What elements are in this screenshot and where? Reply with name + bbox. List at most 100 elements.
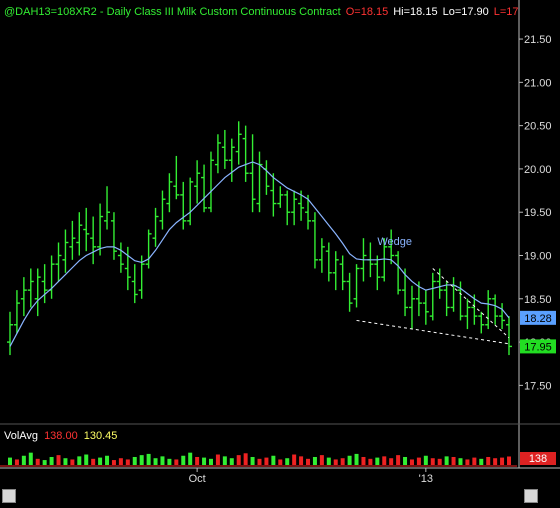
- ohlc-bar: [284, 190, 291, 226]
- volume-bar: [451, 456, 456, 465]
- volume-bar: [98, 457, 103, 465]
- ohlc-bar: [62, 229, 69, 273]
- ohlc-bar: [173, 155, 180, 200]
- volume-bar: [368, 458, 373, 465]
- volume-bar: [347, 455, 352, 465]
- volume-bar: [375, 457, 380, 465]
- ohlc-bar: [506, 316, 512, 356]
- ohlc-bar: [422, 290, 429, 325]
- volume-bar: [188, 452, 193, 465]
- volume-legend: VolAvg 138.00 130.45: [4, 430, 123, 442]
- chart-header: @DAH13=108XR2 - Daily Class III Milk Cus…: [4, 6, 524, 18]
- volume-bar: [396, 455, 401, 465]
- ohlc-bar: [187, 177, 194, 226]
- low-value: Lo=17.90: [442, 6, 489, 18]
- volume-bar: [202, 457, 207, 465]
- x-tick-label: Oct: [189, 473, 206, 485]
- ohlc-bar: [201, 164, 208, 213]
- volume-bar: [444, 456, 449, 465]
- volume-bar: [167, 458, 172, 465]
- volume-bar: [77, 456, 82, 465]
- ohlc-bar: [90, 216, 97, 265]
- volume-bar: [118, 458, 123, 465]
- volume-bar: [458, 458, 463, 465]
- volume-bar: [215, 454, 220, 465]
- ohlc-bar: [277, 186, 284, 208]
- volume-bar: [257, 458, 262, 465]
- ohlc-bar: [235, 121, 242, 165]
- ohlc-bar: [55, 242, 62, 282]
- volume-bar: [382, 456, 387, 465]
- volume-bar: [8, 457, 12, 465]
- ohlc-bar: [83, 207, 90, 252]
- volume-value: 138.00: [44, 430, 78, 442]
- volume-bar: [222, 456, 227, 465]
- wedge-label: Wedge: [377, 236, 412, 248]
- volume-bar: [236, 455, 241, 465]
- ohlc-bar: [152, 207, 159, 247]
- ohlc-bar: [492, 294, 499, 325]
- volume-bar: [278, 459, 283, 465]
- volume-bar: [229, 458, 234, 465]
- volume-bar: [333, 459, 338, 465]
- ma-price-badge-text: 18.28: [524, 313, 552, 325]
- ohlc-bar: [256, 151, 263, 213]
- ohlc-bar: [194, 160, 201, 204]
- scroll-right-button[interactable]: [524, 489, 538, 503]
- volume-bar: [174, 459, 179, 465]
- volume-bar: [507, 456, 511, 465]
- volume-bar: [403, 456, 408, 465]
- volume-bar: [312, 456, 317, 465]
- volume-bar: [91, 458, 96, 465]
- ohlc-bar: [145, 229, 152, 269]
- volume-bar: [465, 459, 470, 465]
- ohlc-bar: [332, 251, 339, 291]
- y-tick-label: 20.50: [524, 121, 552, 133]
- volume-bar: [160, 456, 165, 465]
- x-tick-label: '13: [419, 473, 433, 485]
- ohlc-bar: [13, 290, 20, 334]
- wedge-upper-line: [432, 268, 510, 339]
- ohlc-bar: [48, 255, 55, 299]
- ohlc-bar: [402, 268, 409, 317]
- volume-bar: [105, 455, 110, 465]
- volume-bar: [354, 453, 359, 465]
- y-tick-label: 17.50: [524, 380, 552, 392]
- volume-bar: [472, 457, 477, 465]
- ohlc-bar: [104, 186, 111, 230]
- volume-bar: [271, 455, 276, 465]
- volume-bar: [292, 454, 297, 465]
- ohlc-bar: [221, 129, 228, 169]
- y-tick-label: 21.00: [524, 77, 552, 89]
- ohlc-bar: [263, 160, 270, 195]
- ohlc-bar: [318, 238, 325, 273]
- y-tick-label: 18.50: [524, 294, 552, 306]
- ohlc-bar: [291, 190, 298, 226]
- volume-bar: [423, 455, 428, 465]
- ohlc-bar: [346, 272, 353, 312]
- ohlc-bar: [499, 303, 506, 330]
- volume-bar: [250, 456, 255, 465]
- chart-window[interactable]: Wedge 17.5018.0018.5019.0019.5020.0020.5…: [0, 0, 560, 508]
- ohlc-bar: [166, 173, 173, 213]
- ohlc-bar: [159, 190, 166, 230]
- volume-bar: [416, 457, 421, 465]
- volume-average: 130.45: [83, 430, 118, 442]
- volume-bar: [319, 455, 324, 465]
- volume-bar: [181, 455, 186, 465]
- ohlc-bar: [7, 311, 13, 356]
- ohlc-bar: [408, 285, 415, 330]
- ohlc-bar: [325, 242, 332, 282]
- ohlc-bar: [117, 242, 124, 273]
- volume-bar: [340, 458, 345, 465]
- y-tick-label: 19.50: [524, 207, 552, 219]
- ohlc-bar: [339, 255, 346, 291]
- scroll-left-button[interactable]: [2, 489, 16, 503]
- ohlc-bar: [249, 134, 256, 213]
- volume-bar: [56, 455, 61, 465]
- volume-bar: [70, 459, 75, 465]
- ohlc-bar: [69, 220, 76, 260]
- volume-bar: [146, 453, 151, 465]
- volume-bar: [208, 458, 213, 465]
- volume-bar: [409, 459, 414, 465]
